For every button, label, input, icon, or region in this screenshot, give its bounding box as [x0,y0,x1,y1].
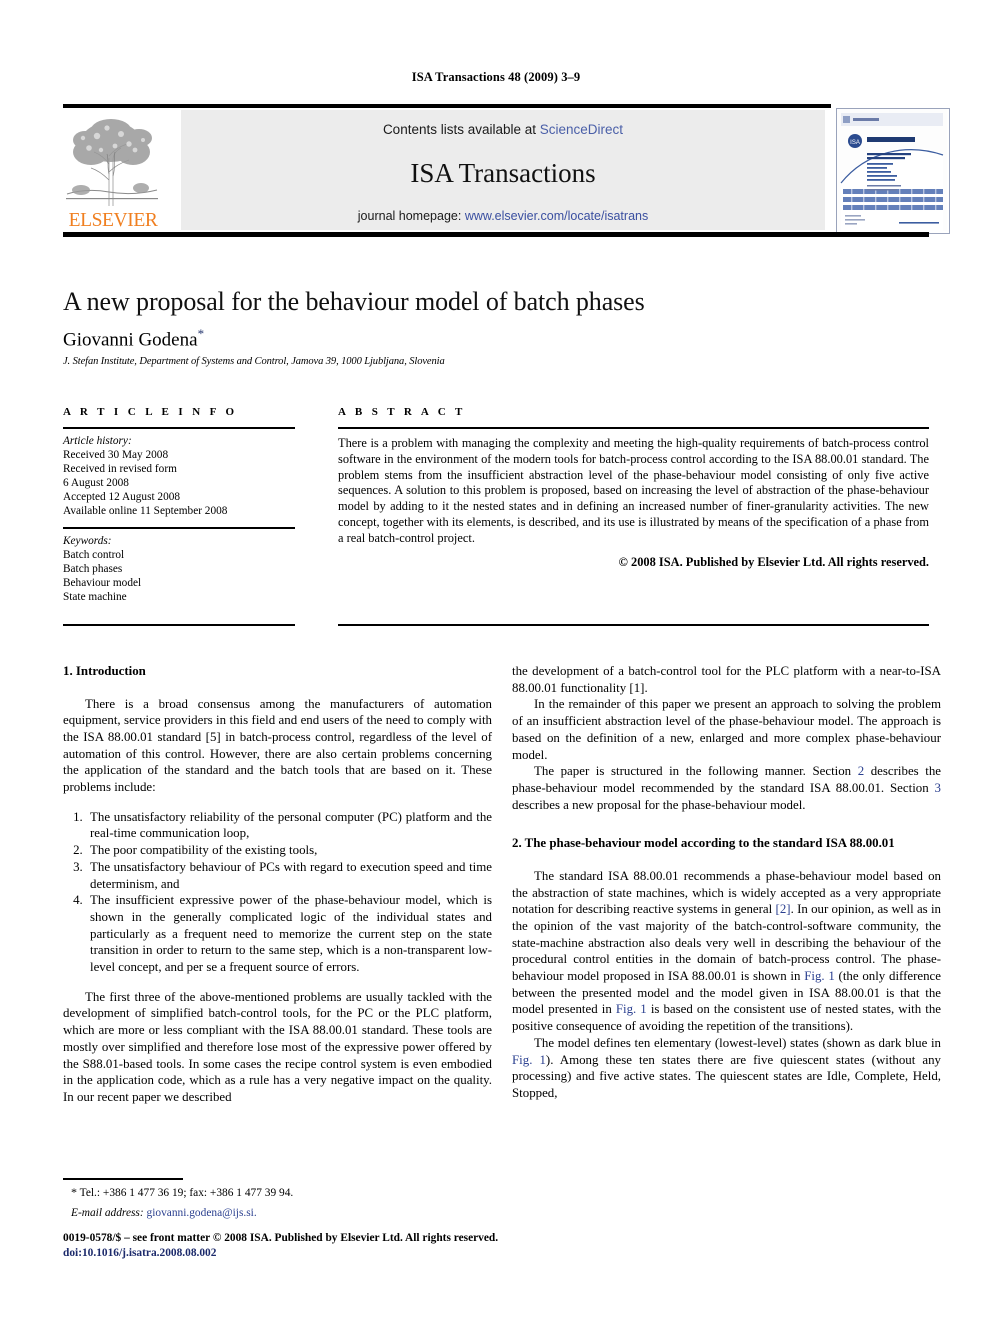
intro-p1-text: There is a broad consensus among the man… [63,696,492,795]
running-head: ISA Transactions 48 (2009) 3–9 [411,70,581,84]
journal-homepage-link[interactable]: www.elsevier.com/locate/isatrans [465,209,648,223]
model-paragraph-2: The model defines ten elementary (lowest… [512,1035,941,1102]
journal-masthead: ELSEVIER Contents lists available at Sci… [63,104,950,237]
model-p2-b: ). Among these ten states there are five… [512,1052,941,1100]
colophon-frontmatter: 0019-0578/$ – see front matter © 2008 IS… [63,1232,499,1244]
author-affiliation: J. Stefan Institute, Department of Syste… [63,356,445,367]
keyword-item: Batch phases [63,563,123,575]
citation-ref-2[interactable]: [2] [776,902,791,916]
abstract-text: There is a problem with managing the com… [338,436,929,545]
abstract-copyright: © 2008 ISA. Published by Elsevier Ltd. A… [618,555,929,570]
body-column-left: 1. Introduction There is a broad consens… [63,663,492,1106]
section-ref-3[interactable]: 3 [935,781,941,795]
corresponding-author-footnote: * Tel.: +386 1 477 36 19; fax: +386 1 47… [63,1178,492,1221]
page-title: A new proposal for the behaviour model o… [63,287,645,316]
footnote-email-line: E-mail address: giovanni.godena@ijs.si. [63,1201,492,1221]
journal-title: ISA Transactions [410,158,596,188]
elsevier-logo: ELSEVIER [63,110,161,230]
masthead-bottom-rule [63,232,929,237]
paper-page: ISA Transactions 48 (2009) 3–9 ELSEVIER … [0,0,992,1323]
elsevier-tree-icon [63,110,161,210]
intro-paragraph-3: In the remainder of this paper we presen… [512,697,941,762]
list-item: The poor compatibility of the existing t… [86,842,492,859]
body-column-right: the development of a batch-control tool … [512,663,941,1102]
masthead-top-rule [63,104,831,108]
contents-list-line: Contents lists available at ScienceDirec… [181,122,825,137]
footnote-email-label: E-mail address: [71,1207,144,1220]
article-info-heading: A R T I C L E I N F O [63,406,238,418]
figure-ref-1c[interactable]: Fig. 1 [512,1053,546,1067]
sciencedirect-banner: Contents lists available at ScienceDirec… [181,110,825,230]
article-info-block: A R T I C L E I N F O Article history: R… [63,406,295,604]
corresponding-author-marker: * [197,326,205,341]
keyword-item: State machine [63,591,127,603]
author-name: Giovanni Godena* [63,326,863,351]
p4-part-c: describes a new proposal for the phase-b… [512,797,806,812]
abstract-block: A B S T R A C T There is a problem with … [338,406,929,570]
journal-homepage-line: journal homepage: www.elsevier.com/locat… [181,209,825,223]
intro-paragraph-2-continued: the development of a batch-control tool … [512,664,941,695]
article-history-label: Article history: [63,435,132,447]
history-item: Received 30 May 2008 [63,449,169,461]
author-label: Giovanni Godena [63,329,198,351]
elsevier-wordmark: ELSEVIER [68,210,158,231]
model-paragraph-1: The standard ISA 88.00.01 recommends a p… [512,868,941,1035]
footnote-email-link[interactable]: giovanni.godena@ijs.si. [147,1207,257,1219]
footnote-marker: * [71,1185,77,1199]
list-item: The unsatisfactory reliability of the pe… [86,809,492,842]
sciencedirect-link[interactable]: ScienceDirect [540,122,623,137]
contents-prefix: Contents lists available at [382,122,540,137]
abstract-heading: A B S T R A C T [338,406,466,418]
history-item: Received in revised form [63,463,177,475]
svg-text:ISA: ISA [850,140,860,146]
keyword-item: Batch control [63,549,125,561]
figure-ref-1a[interactable]: Fig. 1 [804,969,835,983]
model-p2-a: The model defines ten elementary (lowest… [534,1035,941,1050]
history-item: Accepted 12 August 2008 [63,491,181,503]
abstract-rule-bottom [338,624,929,626]
intro-paragraph-1: There is a broad consensus among the man… [63,696,492,796]
article-info-rule-bottom [63,624,295,626]
colophon-doi[interactable]: doi:10.1016/j.isatra.2008.08.002 [63,1246,583,1261]
cover-artwork: ISA [837,109,947,231]
figure-ref-1b[interactable]: Fig. 1 [616,1002,647,1016]
intro-paragraph-4: The paper is structured in the following… [512,763,941,813]
section-heading-phase-behaviour-model: 2. The phase-behaviour model according t… [512,836,895,851]
history-item: 6 August 2008 [63,477,129,489]
history-item: Available online 11 September 2008 [63,505,228,517]
homepage-prefix: journal homepage: [357,209,465,223]
article-history: Article history: Received 30 May 2008 Re… [63,429,295,518]
journal-cover-thumbnail: ISA [836,108,950,234]
p4-part-a: The paper is structured in the following… [534,764,858,779]
list-item: The unsatisfactory behaviour of PCs with… [86,859,492,892]
problems-list: The unsatisfactory reliability of the pe… [63,809,492,976]
footnote-tel: Tel.: +386 1 477 36 19; fax: +386 1 477 … [79,1187,294,1199]
list-item: The insufficient expressive power of the… [86,892,492,976]
keyword-item: Behaviour model [63,577,142,589]
keywords-label: Keywords: [63,535,112,547]
colophon-block: 0019-0578/$ – see front matter © 2008 IS… [63,1231,583,1262]
section-heading-introduction: 1. Introduction [63,664,146,678]
intro-paragraph-2: The first three of the above-mentioned p… [63,989,492,1104]
keywords-list: Keywords: Batch control Batch phases Beh… [63,529,295,604]
footnote-contact: * Tel.: +386 1 477 36 19; fax: +386 1 47… [63,1180,492,1201]
